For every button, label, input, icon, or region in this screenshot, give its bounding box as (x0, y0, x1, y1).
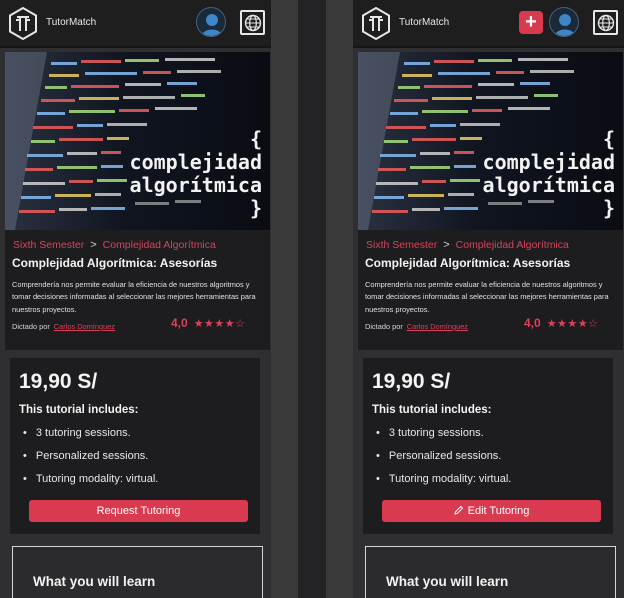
tutor-byline: Dictado por Carlos Domínguez (365, 322, 468, 331)
tutor-link[interactable]: Carlos Domínguez (54, 322, 115, 331)
feature-text: 3 tutoring sessions. (388, 427, 484, 439)
rating-value: 4,0 (524, 316, 541, 330)
globe-icon[interactable] (240, 10, 265, 35)
bullet-icon: • (376, 473, 380, 485)
request-tutoring-button[interactable]: Request Tutoring (29, 500, 248, 522)
rating-value: 4,0 (171, 316, 188, 330)
feature-item: • Personalized sessions. (23, 450, 148, 462)
bullet-icon: • (376, 450, 380, 462)
learn-section: What you will learn (365, 546, 616, 598)
hero-title-line: algorítmica (482, 173, 615, 197)
byline-label: Dictado por (365, 322, 403, 331)
tutor-link[interactable]: Carlos Domínguez (407, 322, 468, 331)
price: 19,90 S/ (19, 370, 98, 393)
bullet-icon: • (23, 427, 27, 439)
screenshot-stage: TutorMatch {complejidad algorítmica} S… (0, 0, 624, 598)
panel-divider (298, 0, 326, 598)
hero-title: { complejidad algorítmica } (483, 128, 615, 220)
rating: 4,0 ★★★★☆ (171, 316, 246, 330)
hero-title-line: complejidad (482, 150, 615, 174)
hero-title-line: complejidad (129, 150, 262, 174)
bullet-icon: • (23, 450, 27, 462)
price: 19,90 S/ (372, 370, 451, 393)
feature-item: • 3 tutoring sessions. (376, 427, 484, 439)
course-hero-image: { complejidad algorítmica } (5, 52, 270, 230)
hero-title-line: } (249, 196, 262, 220)
course-hero-image: { complejidad algorítmica } (358, 52, 623, 230)
edit-tutoring-button[interactable]: Edit Tutoring (382, 500, 601, 522)
bullet-icon: • (23, 473, 27, 485)
breadcrumb-course[interactable]: Complejidad Algorítmica (103, 239, 216, 251)
brand-name: TutorMatch (399, 17, 450, 28)
tutormatch-logo-icon[interactable] (8, 7, 38, 40)
course-description: Comprendería nos permite evaluar la efic… (365, 280, 609, 314)
includes-title: This tutorial includes: (19, 404, 139, 416)
feature-text: Personalized sessions. (388, 450, 502, 462)
course-info-card: Sixth Semester > Complejidad Algorítmica C… (5, 230, 270, 350)
byline-label: Dictado por (12, 322, 50, 331)
breadcrumb-course[interactable]: Complejidad Algorítmica (456, 239, 569, 251)
hero-title: { complejidad algorítmica } (130, 128, 262, 220)
rating: 4,0 ★★★★☆ (524, 316, 599, 330)
breadcrumb-semester[interactable]: Sixth Semester (13, 239, 84, 251)
hero-title-line: } (602, 196, 615, 220)
user-avatar-icon[interactable] (196, 7, 226, 37)
star-rating-icon: ★★★★☆ (546, 318, 599, 330)
course-title: Complejidad Algorítmica: Asesorías (12, 256, 218, 270)
user-avatar-icon[interactable] (549, 7, 579, 37)
hero-title-line: { (249, 127, 262, 151)
breadcrumb: Sixth Semester > Complejidad Algorítmica (366, 239, 569, 251)
pricing-card: 19,90 S/ This tutorial includes: • 3 tuto… (363, 358, 613, 534)
feature-text: Tutoring modality: virtual. (388, 473, 512, 485)
feature-item: • Tutoring modality: virtual. (376, 473, 511, 485)
tutor-byline: Dictado por Carlos Domínguez (12, 322, 115, 331)
breadcrumb-semester[interactable]: Sixth Semester (366, 239, 437, 251)
globe-icon[interactable] (593, 10, 618, 35)
hero-title-line: algorítmica (129, 173, 262, 197)
course-description: Comprendería nos permite evaluar la efic… (12, 280, 256, 314)
feature-item: • Tutoring modality: virtual. (23, 473, 158, 485)
includes-title: This tutorial includes: (372, 404, 492, 416)
star-rating-icon: ★★★★☆ (193, 318, 246, 330)
feature-item: • Personalized sessions. (376, 450, 501, 462)
top-bar: TutorMatch (0, 0, 271, 48)
learn-title: What you will learn (33, 574, 156, 589)
learn-section: What you will learn (12, 546, 263, 598)
chevron-right-icon: > (90, 239, 97, 251)
hero-title-line: { (602, 127, 615, 151)
feature-text: 3 tutoring sessions. (35, 427, 131, 439)
brand-name: TutorMatch (46, 17, 97, 28)
student-view-panel: TutorMatch {complejidad algorítmica} S… (0, 0, 271, 598)
course-info-card: Sixth Semester > Complejidad Algorítmica C… (358, 230, 623, 350)
bullet-icon: • (376, 427, 380, 439)
top-bar: TutorMatch + (353, 0, 624, 48)
edit-tutoring-label: Edit Tutoring (467, 505, 530, 517)
tutormatch-logo-icon[interactable] (361, 7, 391, 40)
feature-text: Tutoring modality: virtual. (35, 473, 159, 485)
pricing-card: 19,90 S/ This tutorial includes: • 3 tuto… (10, 358, 260, 534)
feature-item: • 3 tutoring sessions. (23, 427, 131, 439)
chevron-right-icon: > (443, 239, 450, 251)
learn-title: What you will learn (386, 574, 509, 589)
feature-text: Personalized sessions. (35, 450, 149, 462)
course-title: Complejidad Algorítmica: Asesorías (365, 256, 571, 270)
tutor-view-panel: TutorMatch + {complejidad algorítmica}… (353, 0, 624, 598)
pencil-icon (453, 505, 463, 515)
plus-icon[interactable]: + (519, 11, 543, 34)
breadcrumb: Sixth Semester > Complejidad Algorítmica (13, 239, 216, 251)
